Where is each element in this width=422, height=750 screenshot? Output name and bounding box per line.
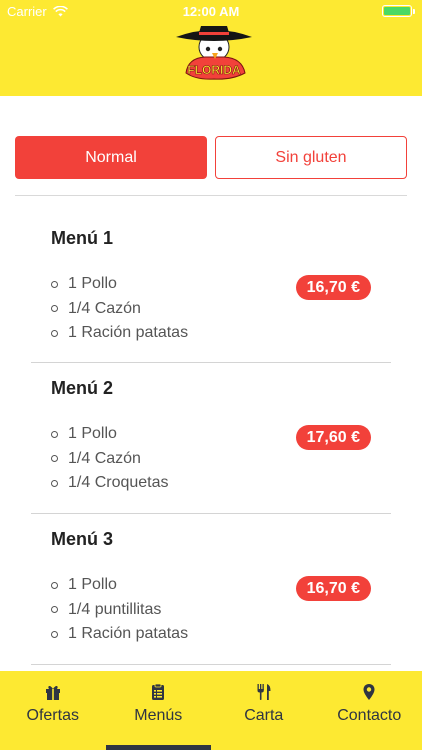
status-time: 12:00 AM <box>182 4 240 19</box>
bullet-icon <box>51 606 58 614</box>
tab-menus[interactable]: Menús <box>105 671 211 750</box>
tab-bar: Ofertas Menús Carta Contacto <box>0 671 422 750</box>
divider <box>15 195 407 196</box>
menu-title: Menú 1 <box>51 228 114 248</box>
clipboard-icon <box>152 683 165 700</box>
fork-knife-icon <box>257 684 271 700</box>
bullet-icon <box>51 329 58 337</box>
list-item: 1/4 Cazón <box>51 447 169 472</box>
segment-normal[interactable]: Normal <box>15 136 207 179</box>
status-bar: Carrier 12:00 AM <box>0 0 422 22</box>
menu-items-list: 1 Pollo 1/4 Cazón 1/4 Croquetas <box>51 422 169 496</box>
florida-logo: FLORIDA <box>176 26 252 80</box>
list-item: 1/4 Cazón <box>51 297 188 322</box>
list-item: 1/4 puntillitas <box>51 598 188 623</box>
menu-card[interactable]: Menú 3 1 Pollo 1/4 puntillitas 1 Ración … <box>31 529 391 665</box>
tab-label: Ofertas <box>26 707 79 724</box>
menu-title: Menú 3 <box>51 529 114 549</box>
list-item: 1/4 Croquetas <box>51 471 169 496</box>
list-item: 1 Pollo <box>51 422 169 447</box>
list-item: 1 Ración patatas <box>51 622 188 647</box>
active-tab-indicator <box>105 745 211 750</box>
tab-label: Contacto <box>337 707 402 724</box>
tab-carta[interactable]: Carta <box>211 671 317 750</box>
menu-card[interactable]: Menú 2 1 Pollo 1/4 Cazón 1/4 Croquetas 1… <box>31 378 391 514</box>
price-badge: 17,60 € <box>295 425 371 450</box>
tab-ofertas[interactable]: Ofertas <box>0 671 106 750</box>
list-item: 1 Pollo <box>51 272 188 297</box>
list-item: 1 Pollo <box>51 573 188 598</box>
bullet-icon <box>51 455 58 463</box>
gift-icon <box>45 685 60 700</box>
menu-card[interactable]: Menú 1 1 Pollo 1/4 Cazón 1 Ración patata… <box>31 228 391 363</box>
menu-items-list: 1 Pollo 1/4 Cazón 1 Ración patatas <box>51 272 188 346</box>
tab-contacto[interactable]: Contacto <box>317 671 422 750</box>
bullet-icon <box>51 479 58 487</box>
bullet-icon <box>51 305 58 313</box>
segment-gluten-free[interactable]: Sin gluten <box>215 136 407 179</box>
menu-items-list: 1 Pollo 1/4 puntillitas 1 Ración patatas <box>51 573 188 647</box>
tab-label: Carta <box>244 707 284 724</box>
list-item: 1 Ración patatas <box>51 321 188 346</box>
tab-label: Menús <box>134 707 183 724</box>
location-pin-icon <box>363 684 375 700</box>
app-header: Carrier 12:00 AM FLORIDA <box>0 0 422 96</box>
battery-icon <box>382 5 415 17</box>
bullet-icon <box>51 280 58 288</box>
bullet-icon <box>51 630 58 638</box>
price-badge: 16,70 € <box>295 576 371 601</box>
logo-text: FLORIDA <box>187 63 241 77</box>
menu-title: Menú 2 <box>51 378 114 398</box>
bullet-icon <box>51 430 58 438</box>
price-badge: 16,70 € <box>295 275 371 300</box>
bullet-icon <box>51 581 58 589</box>
